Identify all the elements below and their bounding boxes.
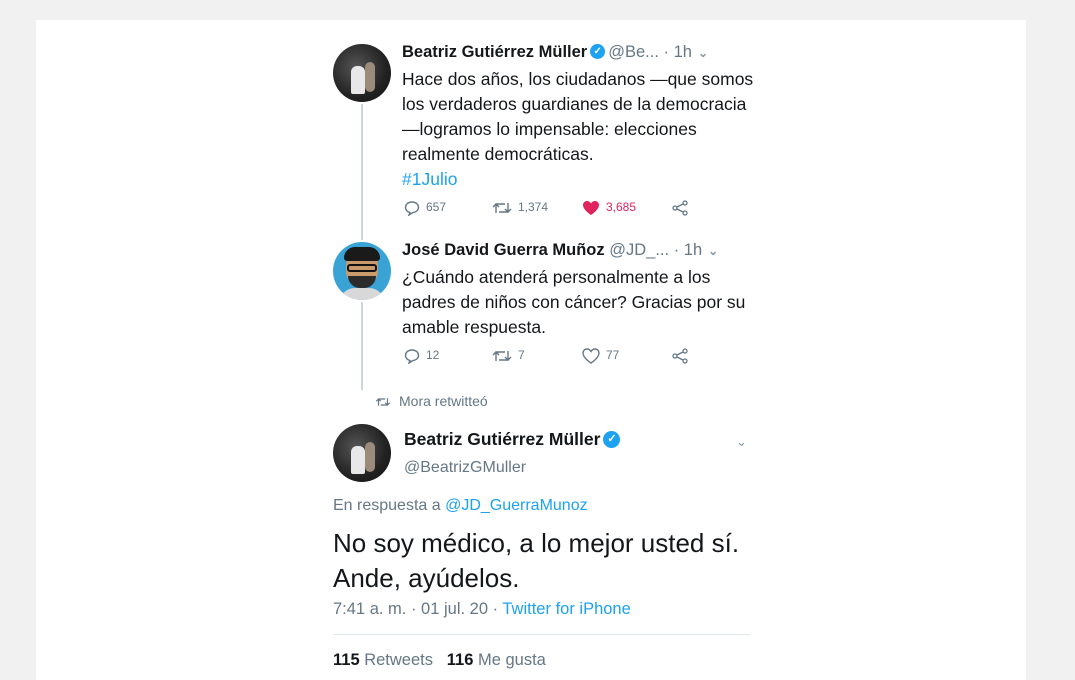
author-handle[interactable]: @JD_... [609, 241, 669, 259]
share-icon [672, 200, 688, 216]
retweet-label: Retweets [364, 651, 433, 669]
chevron-down-icon[interactable]: ⌄ [708, 244, 718, 258]
divider [333, 634, 750, 635]
main-author-name[interactable]: Beatriz Gutiérrez Müller ✓ [404, 429, 623, 450]
share-button[interactable] [672, 348, 694, 364]
avatar-figure [351, 446, 365, 474]
retweets-stat[interactable]: 115 Retweets [333, 651, 433, 669]
tweet-body: ¿Cuándo atenderá personalmente a los pad… [402, 267, 746, 337]
retweet-count: 7 [518, 348, 525, 363]
retweet-count: 1,374 [518, 200, 549, 215]
share-button[interactable] [672, 200, 694, 216]
tweet-body: Hace dos años, los ciudadanos —que somos… [402, 69, 754, 164]
avatar-figure [365, 62, 375, 92]
reply-count: 657 [426, 200, 447, 215]
avatar-hair [344, 247, 380, 261]
share-icon [672, 348, 688, 364]
reply-count: 12 [426, 348, 440, 363]
avatar-figure [365, 442, 375, 472]
like-count: 77 [606, 348, 620, 363]
retweet-button[interactable]: 7 [492, 348, 525, 364]
main-author-handle[interactable]: @BeatrizGMuller [404, 459, 526, 477]
retweeted-by-note[interactable]: Mora retwitteó [375, 393, 488, 409]
tweet-thread: Beatriz Gutiérrez Müller ✓ @Be... · 1h ⌄ Ha… [0, 0, 1075, 680]
retweet-button[interactable]: 1,374 [492, 200, 548, 216]
author-name[interactable]: José David Guerra Muñoz [402, 241, 605, 259]
heart-filled-icon [583, 201, 599, 215]
chevron-down-icon[interactable]: ⌄ [736, 434, 747, 450]
engagement-stats: 115 Retweets 116 Me gusta [333, 651, 546, 670]
tweet-header: José David Guerra Muñoz @JD_... · 1h ⌄ [402, 241, 718, 260]
thread-connector-line [361, 302, 363, 390]
reply-context: En respuesta a @JD_GuerraMunoz [333, 497, 588, 515]
hashtag-link[interactable]: #1Julio [402, 169, 457, 189]
like-count: 3,685 [606, 200, 637, 215]
main-tweet-text: No soy médico, a lo mejor usted sí. Ande… [333, 528, 740, 593]
source-link[interactable]: Twitter for iPhone [502, 600, 630, 618]
avatar-beard [348, 276, 376, 288]
reply-button[interactable]: 12 [404, 348, 440, 365]
tweet-meta: 7:41 a. m. · 01 jul. 20 · Twitter for iP… [333, 600, 631, 619]
timestamp[interactable]: 7:41 a. m. · 01 jul. 20 · [333, 600, 498, 618]
avatar-figure [351, 66, 365, 94]
verified-icon: ✓ [590, 44, 606, 60]
author-handle[interactable]: @Be... [608, 43, 659, 61]
like-button[interactable]: 3,685 [582, 200, 636, 216]
like-label: Me gusta [477, 651, 546, 669]
chevron-down-icon[interactable]: ⌄ [698, 46, 708, 60]
reply-button[interactable]: 657 [404, 200, 447, 217]
likes-stat[interactable]: 116 Me gusta [447, 651, 546, 669]
tweet-time[interactable]: · 1h [664, 43, 692, 61]
tweet-text: Hace dos años, los ciudadanos —que somos… [402, 67, 762, 192]
avatar[interactable] [333, 242, 391, 300]
reply-icon [404, 349, 420, 365]
verified-icon: ✓ [603, 430, 621, 448]
reply-to-link[interactable]: @JD_GuerraMunoz [445, 497, 588, 514]
avatar[interactable] [333, 44, 391, 102]
like-count: 116 [446, 651, 474, 669]
avatar-shirt [339, 288, 385, 300]
retweet-icon [492, 203, 512, 213]
heart-icon [582, 348, 600, 364]
tweet-text: ¿Cuándo atenderá personalmente a los pad… [402, 265, 762, 340]
reply-icon [404, 201, 420, 217]
tweet-header: Beatriz Gutiérrez Müller ✓ @Be... · 1h ⌄ [402, 43, 708, 62]
retweeted-by-label: Mora retwitteó [399, 393, 488, 409]
thread-connector-line [361, 104, 363, 240]
retweet-icon [492, 351, 512, 361]
reply-prefix: En respuesta a [333, 497, 441, 514]
avatar[interactable] [333, 424, 391, 482]
like-button[interactable]: 77 [582, 348, 619, 364]
retweet-count: 115 [333, 651, 360, 669]
tweet-time[interactable]: · 1h [674, 241, 702, 259]
author-name: Beatriz Gutiérrez Müller [404, 429, 601, 449]
author-name[interactable]: Beatriz Gutiérrez Müller [402, 43, 587, 61]
retweet-icon [375, 398, 391, 407]
avatar-glasses [347, 264, 377, 272]
